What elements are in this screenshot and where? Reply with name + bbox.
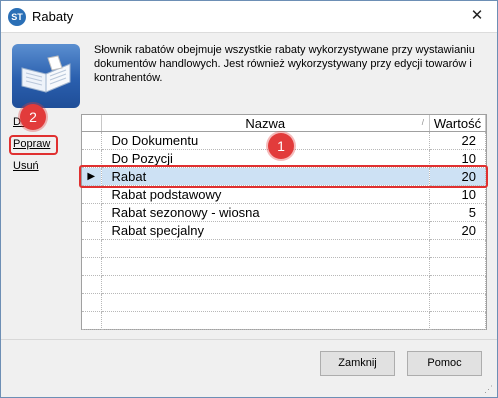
table-header: Nazwa / Wartość (82, 115, 486, 132)
resize-grip-icon[interactable]: ⋰ (484, 384, 494, 394)
row-value (429, 311, 486, 330)
row-indicator (82, 131, 102, 150)
name-column-header[interactable]: Nazwa / (101, 115, 430, 132)
row-name: Rabat podstawowy (101, 185, 430, 204)
book-logo-icon (12, 44, 80, 108)
table-row[interactable]: Rabat specjalny 20 (82, 221, 486, 240)
row-name (101, 275, 430, 294)
row-name: Rabat (101, 167, 430, 186)
sort-icon: / (421, 118, 424, 127)
title-separator (1, 32, 497, 33)
title-bar: ST Rabaty ✕ (1, 1, 497, 32)
step-marker-1: 1 (268, 133, 294, 159)
window-title: Rabaty (32, 9, 74, 24)
selected-row-indicator-icon: ▶ (82, 167, 102, 186)
row-value: 20 (429, 167, 486, 186)
row-value: 10 (429, 149, 486, 168)
help-button[interactable]: Pomoc (407, 351, 482, 376)
row-value: 10 (429, 185, 486, 204)
table-row[interactable] (82, 239, 486, 258)
indicator-header (82, 115, 102, 132)
value-column-header[interactable]: Wartość (429, 115, 486, 132)
row-indicator (82, 239, 102, 258)
row-indicator (82, 149, 102, 168)
row-value (429, 275, 486, 294)
table-row[interactable]: Rabat sezonowy - wiosna 5 (82, 203, 486, 222)
row-value: 5 (429, 203, 486, 222)
row-indicator (82, 293, 102, 312)
row-value (429, 239, 486, 258)
app-icon: ST (8, 8, 26, 26)
table-row[interactable] (82, 293, 486, 312)
row-value (429, 257, 486, 276)
table-row[interactable] (82, 275, 486, 294)
row-value (429, 293, 486, 312)
row-indicator (82, 311, 102, 330)
step-marker-2: 2 (20, 104, 46, 130)
row-value: 20 (429, 221, 486, 240)
row-indicator (82, 275, 102, 294)
footer-separator (1, 339, 497, 340)
close-button[interactable]: Zamknij (320, 351, 395, 376)
row-name (101, 311, 430, 330)
table-row[interactable]: Rabat podstawowy 10 (82, 185, 486, 204)
delete-link[interactable]: Usuń (13, 160, 39, 172)
row-name (101, 239, 430, 258)
row-name: Rabat specjalny (101, 221, 430, 240)
row-name: Do Pozycji (101, 149, 430, 168)
row-indicator (82, 185, 102, 204)
row-name (101, 257, 430, 276)
row-name: Rabat sezonowy - wiosna (101, 203, 430, 222)
row-indicator (82, 203, 102, 222)
row-name: Do Dokumentu (101, 131, 430, 150)
table-row[interactable] (82, 257, 486, 276)
description-text: Słownik rabatów obejmuje wszystkie rabat… (94, 44, 475, 84)
open-book-icon (21, 55, 71, 93)
row-indicator (82, 257, 102, 276)
edit-link[interactable]: Popraw (13, 138, 50, 150)
rabaty-dialog: ST Rabaty ✕ Słownik rabatów obejmuje wsz… (0, 0, 498, 398)
row-indicator (82, 221, 102, 240)
table-row[interactable] (82, 311, 486, 330)
row-name (101, 293, 430, 312)
close-icon[interactable]: ✕ (467, 6, 487, 26)
table-row[interactable]: ▶ Rabat 20 (82, 167, 486, 186)
row-value: 22 (429, 131, 486, 150)
